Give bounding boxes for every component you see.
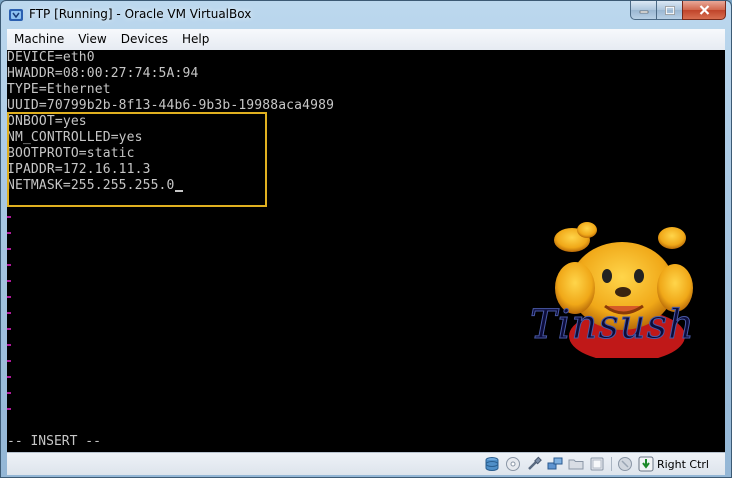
virtualbox-icon: [9, 9, 23, 21]
window-controls: [630, 1, 726, 20]
minimize-icon: [639, 10, 648, 14]
highlight-box: [7, 112, 267, 207]
vm-console[interactable]: DEVICE=eth0 HWADDR=08:00:27:74:5A:94 TYP…: [7, 50, 725, 452]
status-bar: Right Ctrl: [7, 452, 725, 475]
optical-drive-icon[interactable]: [505, 456, 521, 472]
tilde-marker: [7, 376, 11, 378]
tilde-marker: [7, 232, 11, 234]
title-bar[interactable]: FTP [Running] - Oracle VM VirtualBox: [1, 1, 731, 29]
vim-mode-indicator: -- INSERT --: [7, 434, 101, 449]
menu-help[interactable]: Help: [175, 29, 216, 50]
tilde-marker: [7, 312, 11, 314]
capture-icon[interactable]: [617, 456, 633, 472]
menu-devices[interactable]: Devices: [114, 29, 175, 50]
virtualbox-window: FTP [Running] - Oracle VM VirtualBox Mac…: [0, 0, 732, 478]
menu-bar: Machine View Devices Help: [7, 29, 725, 51]
window-title: FTP [Running] - Oracle VM VirtualBox: [29, 7, 252, 21]
shared-folders-icon[interactable]: [568, 456, 584, 472]
menu-view[interactable]: View: [71, 29, 113, 50]
close-button[interactable]: [682, 1, 726, 20]
tilde-marker: [7, 408, 11, 410]
minimize-button[interactable]: [630, 1, 656, 20]
watermark-text: Tinsush: [530, 302, 695, 349]
console-line: DEVICE=eth0: [7, 50, 95, 65]
hard-disk-icon[interactable]: [484, 456, 500, 472]
tilde-marker: [7, 280, 11, 282]
status-separator: [610, 457, 612, 471]
tilde-marker: [7, 296, 11, 298]
close-icon: [699, 5, 709, 15]
host-key-label: Right Ctrl: [656, 457, 709, 471]
tilde-marker: [7, 248, 11, 250]
console-line: HWADDR=08:00:27:74:5A:94: [7, 66, 199, 81]
tilde-marker: [7, 328, 11, 330]
host-key-icon[interactable]: [638, 456, 654, 472]
empty-line-markers: [7, 216, 11, 416]
usb-icon[interactable]: [526, 456, 542, 472]
tilde-marker: [7, 216, 11, 218]
tilde-marker: [7, 360, 11, 362]
menu-machine[interactable]: Machine: [7, 29, 71, 50]
console-line: TYPE=Ethernet: [7, 82, 111, 97]
display-icon[interactable]: [589, 456, 605, 472]
network-icon[interactable]: [547, 456, 563, 472]
tilde-marker: [7, 344, 11, 346]
maximize-icon: [664, 5, 675, 15]
tilde-marker: [7, 392, 11, 394]
tilde-marker: [7, 264, 11, 266]
maximize-button[interactable]: [656, 1, 682, 20]
